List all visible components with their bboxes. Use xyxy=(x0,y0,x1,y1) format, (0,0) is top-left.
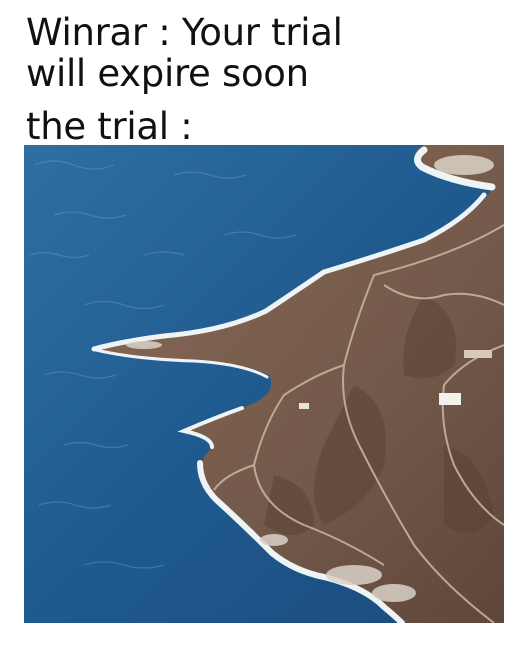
meme-caption-line-3: the trial : xyxy=(26,105,193,148)
meme-caption-line-1: Winrar : Your trial xyxy=(26,11,343,54)
meme-caption-line-2: will expire soon xyxy=(26,52,309,95)
coastline-photo xyxy=(24,145,504,623)
